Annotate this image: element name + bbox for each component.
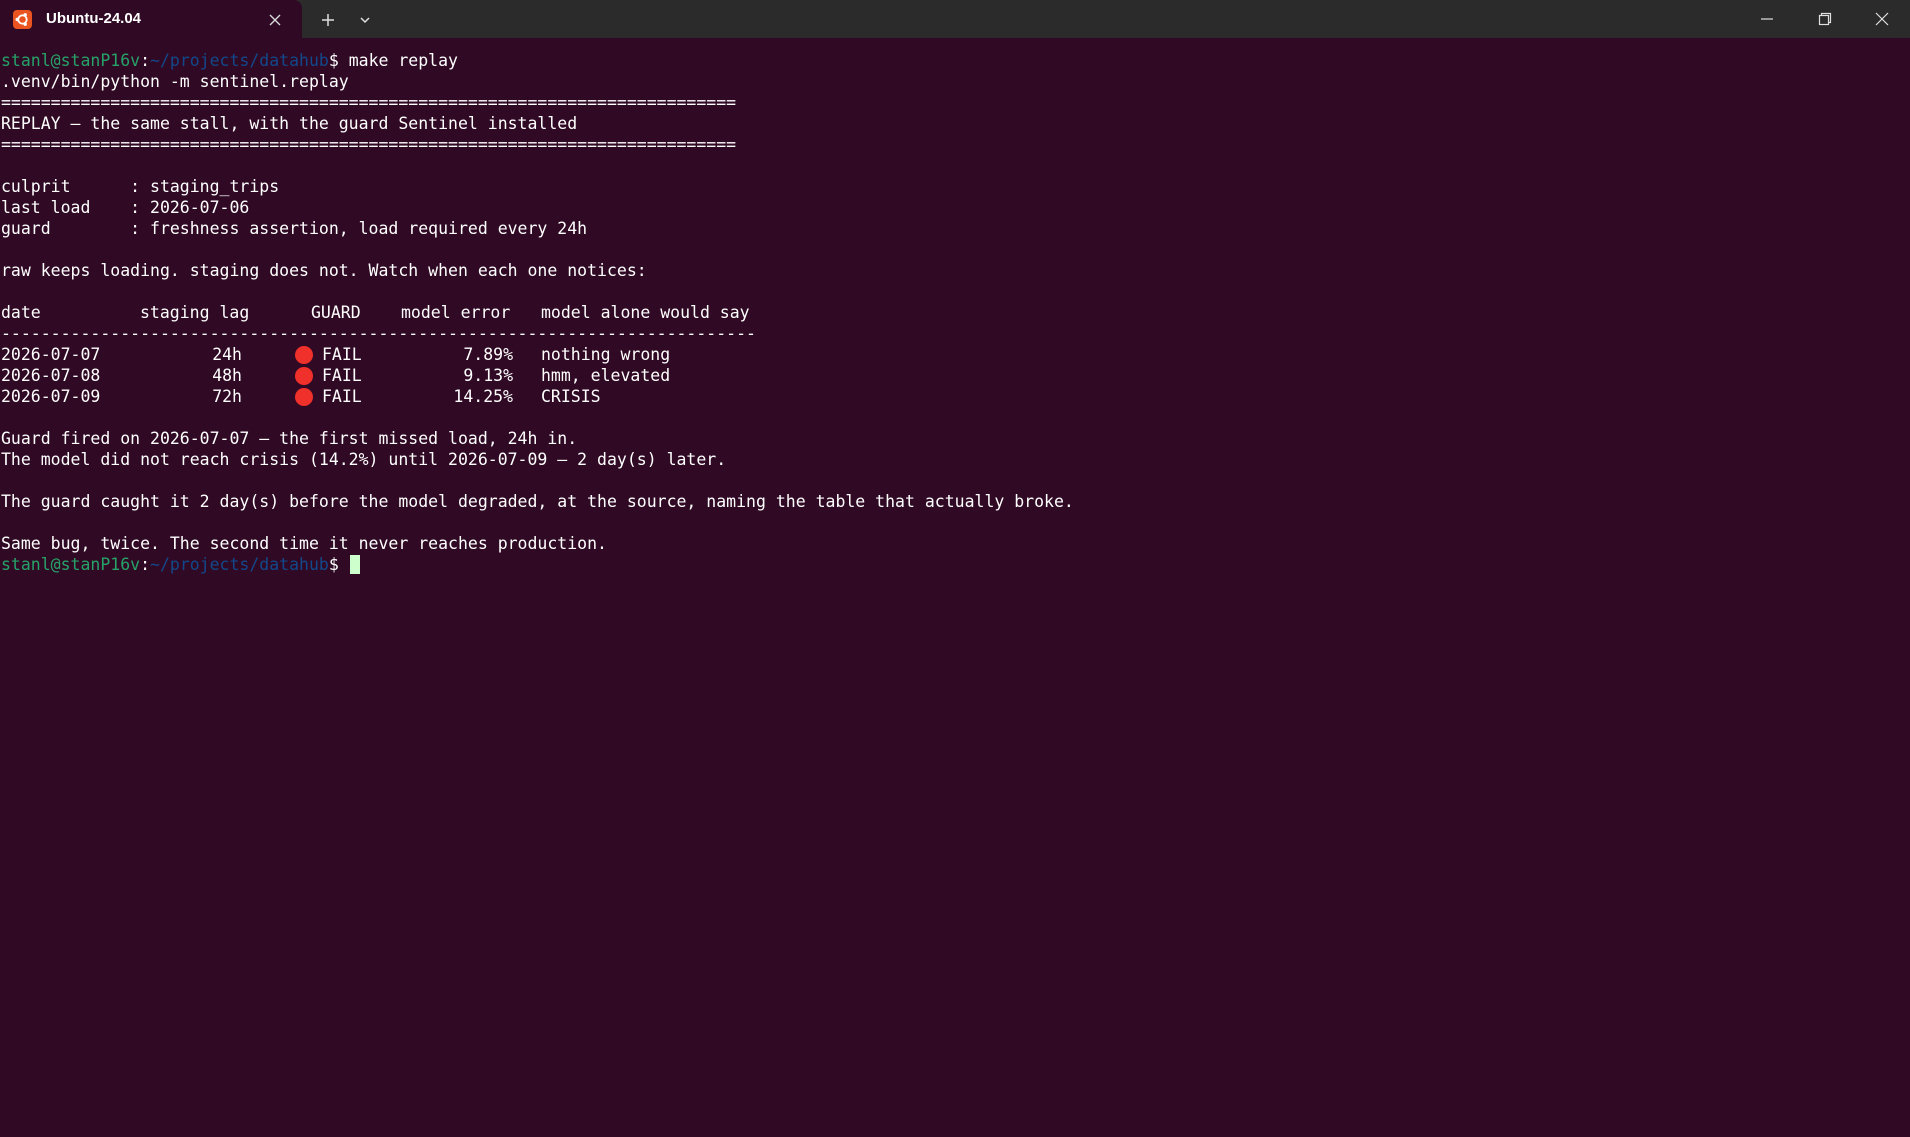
- header-date: date: [1, 303, 41, 322]
- row-date: 2026-07-08: [1, 366, 101, 385]
- culprit-line: culprit : staging_trips: [1, 177, 280, 196]
- tab-ubuntu[interactable]: Ubuntu-24.04: [0, 0, 302, 38]
- header-guard: GUARD: [311, 303, 361, 322]
- row-say: CRISIS: [541, 387, 601, 406]
- prompt-path: ~/projects/datahub: [150, 51, 329, 70]
- guard-line: guard : freshness assertion, load requir…: [1, 219, 588, 238]
- ubuntu-logo-icon: [13, 10, 32, 29]
- row-say: hmm, elevated: [541, 366, 671, 385]
- close-tab-button[interactable]: [264, 9, 286, 31]
- text-cursor: [349, 555, 360, 574]
- command-line: stanl@stanP16v:~/projects/datahub$ make …: [1, 50, 1901, 71]
- intro-line: raw keeps loading. staging does not. Wat…: [1, 261, 647, 280]
- close-icon: [269, 14, 281, 26]
- command-text: make replay: [348, 51, 458, 70]
- prompt-separator: :: [140, 51, 151, 70]
- prompt-symbol: $: [328, 555, 349, 574]
- row-date: 2026-07-07: [1, 345, 101, 364]
- restore-button[interactable]: [1796, 0, 1854, 38]
- row-date: 2026-07-09: [1, 387, 101, 406]
- row-error: 7.89%: [463, 345, 513, 364]
- row-status: FAIL: [322, 366, 362, 385]
- report-heading: REPLAY — the same stall, with the guard …: [1, 114, 578, 133]
- header-model-error: model error: [401, 303, 511, 322]
- header-model-say: model alone would say: [541, 303, 750, 322]
- fail-dot-icon: [295, 388, 313, 406]
- close-icon: [1875, 12, 1889, 26]
- prompt-user-host: stanl@stanP16v: [1, 555, 141, 574]
- new-tab-button[interactable]: [316, 8, 340, 32]
- terminal-output[interactable]: stanl@stanP16v:~/projects/datahub$ make …: [1, 50, 1901, 575]
- title-bar: Ubuntu-24.04: [0, 0, 1910, 38]
- row-status: FAIL: [322, 387, 362, 406]
- rule-bottom: ========================================…: [1, 135, 737, 154]
- row-lag: 48h: [212, 366, 242, 385]
- chevron-down-icon: [360, 17, 370, 24]
- summary-line: Guard fired on 2026-07-07 — the first mi…: [1, 429, 578, 448]
- summary-line: The guard caught it 2 day(s) before the …: [1, 492, 1074, 511]
- prompt-line[interactable]: stanl@stanP16v:~/projects/datahub$: [1, 554, 1901, 575]
- row-say: nothing wrong: [541, 345, 671, 364]
- prompt-separator: :: [140, 555, 151, 574]
- row-error: 9.13%: [463, 366, 513, 385]
- row-status: FAIL: [322, 345, 362, 364]
- minimize-button[interactable]: [1738, 0, 1796, 38]
- row-error: 14.25%: [453, 387, 513, 406]
- terminal-window: Ubuntu-24.04 stanl@stanP16v:~/projects/d…: [0, 0, 1910, 1137]
- restore-icon: [1818, 12, 1832, 26]
- exec-line: .venv/bin/python -m sentinel.replay: [1, 72, 349, 91]
- prompt-user-host: stanl@stanP16v: [1, 51, 141, 70]
- prompt-symbol: $: [328, 51, 349, 70]
- row-lag: 24h: [212, 345, 242, 364]
- row-lag: 72h: [212, 387, 242, 406]
- table-rule: ----------------------------------------…: [1, 324, 756, 343]
- summary-line: The model did not reach crisis (14.2%) u…: [1, 450, 727, 469]
- tab-title: Ubuntu-24.04: [46, 10, 142, 27]
- rule-top: ========================================…: [1, 93, 737, 112]
- prompt-path: ~/projects/datahub: [150, 555, 329, 574]
- minimize-icon: [1761, 18, 1773, 20]
- fail-dot-icon: [295, 346, 313, 364]
- summary-line: Same bug, twice. The second time it neve…: [1, 534, 607, 553]
- fail-dot-icon: [295, 367, 313, 385]
- header-staging-lag: staging lag: [140, 303, 250, 322]
- table-row: 2026-07-09 72h FAIL 14.25% CRISIS: [1, 386, 1901, 407]
- table-row: 2026-07-08 48h FAIL 9.13% hmm, elevated: [1, 365, 1901, 386]
- table-header: date staging lag GUARD model error model…: [1, 302, 1901, 323]
- tab-dropdown-button[interactable]: [353, 8, 377, 32]
- table-row: 2026-07-07 24h FAIL 7.89% nothing wrong: [1, 344, 1901, 365]
- plus-icon: [322, 14, 334, 26]
- close-window-button[interactable]: [1853, 0, 1910, 38]
- last-load-line: last load : 2026-07-06: [1, 198, 250, 217]
